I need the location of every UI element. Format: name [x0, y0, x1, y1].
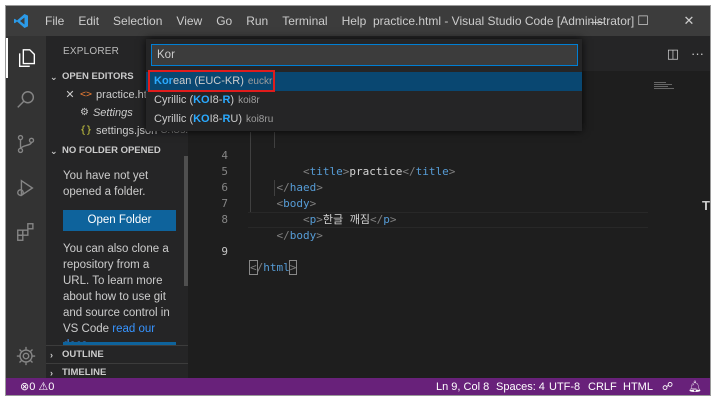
- clone-help-text: You can also clone a repository from a U…: [46, 231, 188, 353]
- vscode-window: File Edit Selection View Go Run Terminal…: [5, 5, 711, 396]
- explorer-icon[interactable]: [6, 38, 46, 78]
- chevron-down-icon: ⌄: [50, 146, 58, 156]
- language-mode[interactable]: HTML: [623, 378, 653, 395]
- code-text: </body>: [276, 229, 323, 242]
- close-editor-icon[interactable]: ✕: [64, 86, 76, 104]
- open-editors-label: OPEN EDITORS: [62, 71, 134, 82]
- line-number: 9: [221, 245, 228, 258]
- code-line: 7 <p>한글 깨짐</p>: [188, 180, 648, 226]
- status-bar: ⊗0 ⚠0 Ln 9, Col 8 Spaces: 4 UTF-8 CRLF H…: [6, 378, 710, 395]
- run-debug-icon[interactable]: [6, 168, 46, 208]
- menu-selection[interactable]: Selection: [106, 6, 169, 36]
- editor-actions: ◫ ···: [667, 36, 704, 71]
- chevron-right-icon: ›: [50, 349, 53, 360]
- feedback-icon[interactable]: ☍: [662, 378, 673, 395]
- notifications-bell-icon[interactable]: 🔔︎: [688, 378, 702, 395]
- highlight-annotation-box: [148, 70, 275, 92]
- menu-view[interactable]: View: [169, 6, 209, 36]
- code-view[interactable]: 4 <title>practice</title> 5 </haed> 6 <b…: [188, 132, 648, 275]
- warning-icon: ⚠: [38, 381, 49, 393]
- open-editor-label: Settings: [92, 107, 133, 119]
- menu-edit[interactable]: Edit: [71, 6, 106, 36]
- more-actions-icon[interactable]: ···: [691, 46, 704, 61]
- settings-file-icon: ⚙: [80, 107, 89, 118]
- open-editor-label: practice.ht: [96, 89, 147, 101]
- code-text: </html>: [249, 260, 298, 275]
- window-controls: — ☐ ✕: [574, 6, 710, 36]
- code-line: 5 </haed>: [188, 148, 648, 194]
- clone-help-body: You can also clone a repository from a U…: [63, 243, 170, 335]
- encoding-option-koi8r[interactable]: Cyrillic (KOI8-R) koi8r: [146, 91, 582, 110]
- current-line-highlight: [248, 212, 648, 228]
- sidebar-bottom-sections: › OUTLINE › TIMELINE: [46, 345, 188, 381]
- cursor-position[interactable]: Ln 9, Col 8: [436, 378, 489, 395]
- encoding-indicator[interactable]: UTF-8: [549, 378, 580, 395]
- maximize-button[interactable]: ☐: [620, 6, 666, 36]
- code-line: 8 </body>: [188, 196, 648, 242]
- manage-gear-icon[interactable]: [6, 336, 46, 376]
- menu-file[interactable]: File: [38, 6, 71, 36]
- no-folder-message: You have not yet opened a folder.: [63, 170, 149, 198]
- no-folder-header[interactable]: ⌄ NO FOLDER OPENED: [46, 142, 188, 160]
- extensions-icon[interactable]: [6, 212, 46, 252]
- menu-help[interactable]: Help: [335, 6, 374, 36]
- code-line-current: 9 </html>: [188, 212, 648, 275]
- activity-bar: [6, 36, 46, 378]
- overflow-char: T: [702, 198, 710, 213]
- outline-label: OUTLINE: [62, 348, 104, 360]
- quick-pick-input[interactable]: Kor: [151, 44, 578, 66]
- eol-indicator[interactable]: CRLF: [588, 378, 617, 395]
- menu-bar: File Edit Selection View Go Run Terminal…: [38, 6, 373, 36]
- menu-run[interactable]: Run: [239, 6, 275, 36]
- menu-go[interactable]: Go: [209, 6, 239, 36]
- close-window-button[interactable]: ✕: [666, 6, 710, 36]
- minimap[interactable]: [654, 82, 674, 94]
- error-icon: ⊗: [20, 381, 30, 393]
- json-file-icon: {}: [80, 125, 93, 136]
- outline-header[interactable]: › OUTLINE: [46, 345, 188, 363]
- search-icon[interactable]: [6, 80, 46, 120]
- split-editor-icon[interactable]: ◫: [667, 46, 679, 62]
- chevron-down-icon: ⌄: [50, 72, 58, 82]
- encoding-option-koi8ru[interactable]: Cyrillic (KOI8-RU) koi8ru: [146, 110, 582, 129]
- indentation-setting[interactable]: Spaces: 4: [496, 378, 545, 395]
- title-bar: File Edit Selection View Go Run Terminal…: [6, 6, 710, 36]
- menu-terminal[interactable]: Terminal: [275, 6, 334, 36]
- no-folder-label: NO FOLDER OPENED: [62, 145, 161, 156]
- code-line: 6 <body>: [188, 164, 648, 210]
- html-file-icon: <>: [80, 89, 93, 100]
- vscode-logo-icon: [6, 6, 36, 36]
- minimize-button[interactable]: —: [574, 6, 620, 36]
- problems-indicator[interactable]: ⊗0 ⚠0: [20, 378, 54, 395]
- source-control-icon[interactable]: [6, 124, 46, 164]
- open-folder-button[interactable]: Open Folder: [63, 210, 176, 231]
- code-line: 4 <title>practice</title>: [188, 132, 648, 178]
